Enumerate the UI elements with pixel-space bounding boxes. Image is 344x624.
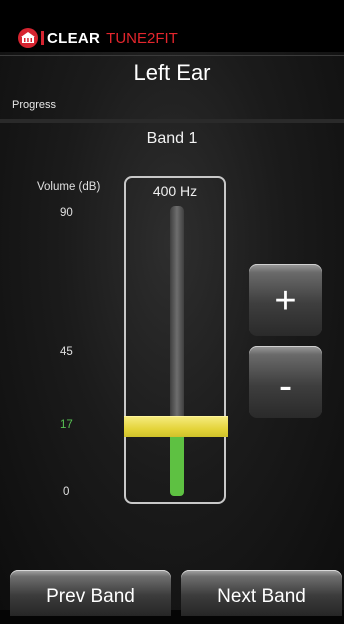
tick-label-45: 45 <box>60 346 73 358</box>
app-screen: CLEAR TUNE2FIT Left Ear Progress Band 1 … <box>0 0 344 616</box>
progress-label: Progress <box>12 99 57 111</box>
next-band-button[interactable]: Next Band <box>181 570 342 616</box>
volume-axis-label: Volume (dB) <box>37 181 101 193</box>
brand: CLEAR TUNE2FIT <box>18 26 178 50</box>
increase-volume-button[interactable]: + <box>249 264 322 336</box>
brand-divider <box>41 31 44 45</box>
band-label: Band 1 <box>146 130 198 147</box>
frequency-label: 400 Hz <box>152 183 198 199</box>
level-fill <box>170 428 184 496</box>
volume-slider[interactable]: 400 Hz <box>124 176 228 504</box>
prev-band-button[interactable]: Prev Band <box>10 570 171 616</box>
header-divider <box>0 55 344 56</box>
app-header: CLEAR TUNE2FIT <box>0 0 344 52</box>
page-title: Left Ear <box>133 60 211 85</box>
tick-label-0: 0 <box>63 486 70 498</box>
tick-label-current: 17 <box>60 419 73 431</box>
progress-bar <box>0 119 344 123</box>
tick-label-90: 90 <box>60 207 73 219</box>
slider-thumb[interactable] <box>124 416 228 438</box>
brand-tune-text: TUNE2FIT <box>106 29 178 47</box>
decrease-volume-button[interactable]: - <box>249 346 322 418</box>
clear-logo-icon <box>18 28 38 48</box>
brand-clear-text: CLEAR <box>47 29 101 47</box>
